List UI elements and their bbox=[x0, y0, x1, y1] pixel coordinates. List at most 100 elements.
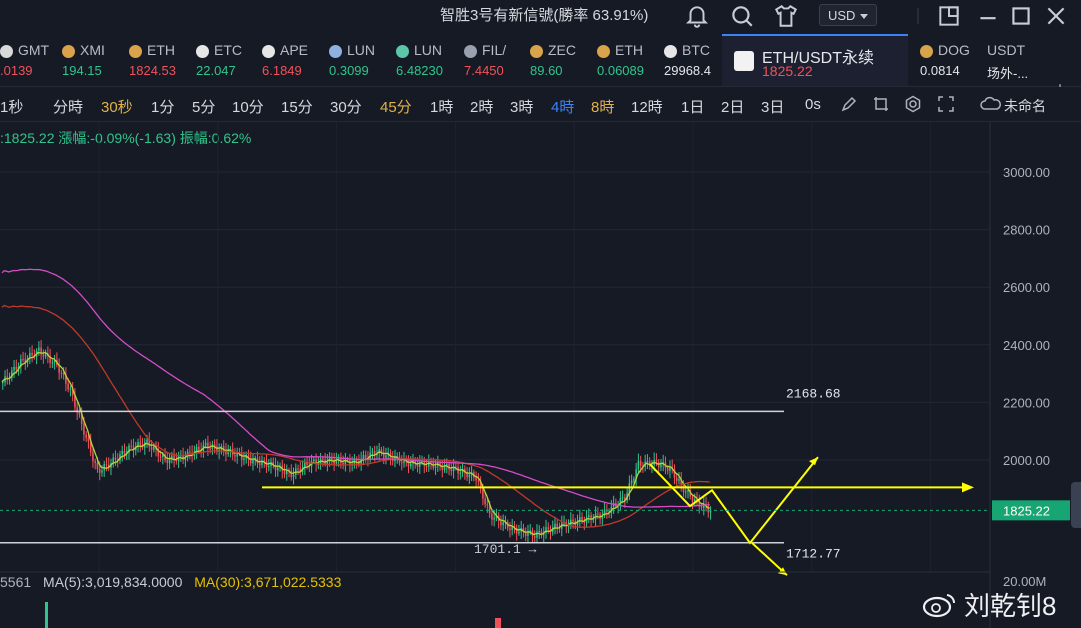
ma-long-line bbox=[1, 268, 710, 508]
candle-body bbox=[297, 468, 299, 470]
ticker-item[interactable]: ETH 0.06089 bbox=[597, 42, 657, 80]
ticker-item[interactable]: ETC 22.047 bbox=[196, 42, 256, 80]
interval-5m[interactable]: 5分 bbox=[192, 96, 215, 117]
interval-3d[interactable]: 3日 bbox=[761, 96, 784, 117]
window-icon[interactable] bbox=[936, 3, 962, 29]
cloud-icon[interactable] bbox=[980, 95, 1002, 113]
candle-body bbox=[484, 498, 486, 505]
search-icon[interactable] bbox=[729, 3, 755, 29]
interval-12h[interactable]: 12時 bbox=[631, 96, 663, 117]
active-ticker-tab[interactable]: ETH/USDT永续 1825.22 bbox=[722, 34, 908, 86]
interval-30s[interactable]: 30秒 bbox=[101, 96, 133, 117]
maximize-icon[interactable] bbox=[1008, 3, 1034, 29]
ticker-item[interactable]: LUN 0.3099 bbox=[329, 42, 389, 80]
candle-body bbox=[655, 459, 658, 463]
interval-15m[interactable]: 15分 bbox=[281, 96, 313, 117]
coin-icon bbox=[62, 45, 75, 58]
interval-3h[interactable]: 3時 bbox=[510, 96, 533, 117]
interval-2d[interactable]: 2日 bbox=[721, 96, 744, 117]
ticker-name: GMT bbox=[18, 42, 50, 58]
interval-1s[interactable]: 1秒 bbox=[0, 96, 23, 117]
layout-name-dropdown[interactable]: 未命名 bbox=[1004, 96, 1046, 116]
currency-select[interactable]: USD bbox=[819, 4, 877, 26]
interval-0s[interactable]: 0s bbox=[805, 96, 821, 113]
ticker-item[interactable]: APE 6.1849 bbox=[262, 42, 322, 80]
ticker-item[interactable]: ETH 1824.53 bbox=[129, 42, 189, 80]
ticker-item[interactable]: DOG 0.0814 bbox=[920, 42, 980, 80]
candle-body bbox=[159, 456, 162, 458]
ticker-item[interactable]: BTC 29968.4 bbox=[664, 42, 720, 80]
interval-1h[interactable]: 1時 bbox=[430, 96, 453, 117]
candle-body bbox=[83, 423, 85, 435]
ticker-item[interactable]: FIL/7.4450 bbox=[464, 42, 524, 80]
ticker-price: 22.047 bbox=[196, 63, 236, 78]
candle-body bbox=[678, 479, 680, 481]
crop-icon[interactable] bbox=[872, 95, 890, 113]
interval-30m[interactable]: 30分 bbox=[330, 96, 362, 117]
candle-body bbox=[621, 497, 624, 499]
interval-timeshare[interactable]: 分時 bbox=[53, 96, 83, 117]
ticker-item[interactable]: LUN 6.48230 bbox=[396, 42, 456, 80]
interval-1d[interactable]: 1日 bbox=[681, 96, 704, 117]
interval-1m[interactable]: 1分 bbox=[151, 96, 174, 117]
ticker-name: DOG bbox=[938, 42, 970, 58]
ticker-name: APE bbox=[280, 42, 309, 58]
candle-body bbox=[252, 459, 254, 464]
price-axis-label: 2600.00 bbox=[1003, 280, 1050, 295]
coin-icon bbox=[597, 45, 610, 58]
interval-2h[interactable]: 2時 bbox=[470, 96, 493, 117]
tshirt-icon[interactable] bbox=[773, 3, 799, 29]
candle-body bbox=[286, 470, 288, 475]
price-axis-label: 2200.00 bbox=[1003, 395, 1050, 410]
fullscreen-icon[interactable] bbox=[937, 95, 955, 113]
candle-body bbox=[60, 372, 63, 374]
interval-8h[interactable]: 8時 bbox=[591, 96, 614, 117]
candlestick-chart[interactable]: 3000.00 2800.00 2600.00 2400.00 2200.00 2000.… bbox=[0, 122, 1081, 628]
candle-body bbox=[675, 477, 678, 481]
candle-body bbox=[189, 451, 191, 453]
ticker-name: LUN bbox=[347, 42, 376, 58]
interval-10m[interactable]: 10分 bbox=[232, 96, 264, 117]
ticker-bar: GMT .0139 XMI 194.15 ETH 1824.53 ETC 22.047 … bbox=[0, 34, 1081, 101]
close-icon[interactable] bbox=[1043, 3, 1069, 29]
candle-body bbox=[597, 513, 599, 515]
candle-body bbox=[139, 442, 142, 445]
candle-body bbox=[637, 461, 640, 470]
candle-body bbox=[168, 458, 171, 464]
ticker-item[interactable]: GMT .0139 bbox=[0, 42, 60, 80]
candle-body bbox=[491, 513, 493, 520]
ticker-item[interactable]: XMI 194.15 bbox=[62, 42, 122, 80]
side-panel-handle[interactable] bbox=[1071, 482, 1081, 528]
candle-body bbox=[114, 457, 117, 460]
candle-body bbox=[344, 459, 347, 465]
settings-icon[interactable] bbox=[904, 95, 922, 113]
interval-4h[interactable]: 4時 bbox=[551, 96, 574, 117]
volume-bar bbox=[498, 618, 501, 628]
candle-body bbox=[509, 528, 511, 531]
active-ticker-price: 1825.22 bbox=[762, 63, 813, 79]
minimize-icon[interactable] bbox=[975, 3, 1001, 29]
candle-body bbox=[153, 446, 155, 450]
ticker-price: 7.4450 bbox=[464, 63, 504, 78]
ticker-item[interactable]: ZEC 89.60 bbox=[530, 42, 590, 80]
price-axis-label: 2800.00 bbox=[1003, 223, 1050, 238]
ticker-name: ETC bbox=[214, 42, 242, 58]
candle-body bbox=[536, 531, 538, 538]
candle-body bbox=[533, 536, 536, 538]
coin-icon bbox=[530, 45, 543, 58]
window-separator-icon bbox=[917, 8, 919, 24]
interval-45m[interactable]: 45分 bbox=[380, 96, 412, 117]
ticker-price: 0.3099 bbox=[329, 63, 369, 78]
bell-icon[interactable] bbox=[684, 3, 710, 29]
ticker-item[interactable]: USDT 场外-... bbox=[987, 42, 1043, 81]
candle-body bbox=[283, 471, 286, 475]
coin-icon bbox=[329, 45, 342, 58]
candle-body bbox=[94, 461, 96, 463]
candle-body bbox=[130, 445, 133, 447]
candle-body bbox=[243, 458, 245, 460]
pencil-icon[interactable] bbox=[840, 95, 858, 113]
candle-body bbox=[538, 531, 541, 533]
okx-logo-icon bbox=[734, 51, 754, 71]
coin-icon bbox=[196, 45, 209, 58]
volume-ma5: MA(5):3,019,834.0000 bbox=[43, 574, 183, 590]
